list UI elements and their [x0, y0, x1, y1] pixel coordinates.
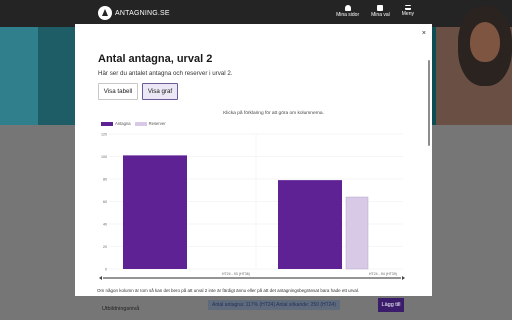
y-tick-label: 100 [101, 155, 107, 159]
y-tick-label: 20 [103, 245, 107, 249]
show-table-button[interactable]: Visa tabell [98, 83, 138, 100]
statistics-chip: Antal antagna: 117% (HT24) Antal sökande… [208, 300, 340, 310]
statistics-modal: × Antal antagna, urval 2 Här ser du anta… [75, 24, 432, 296]
legend-swatch-antagna [101, 121, 113, 126]
show-graph-button[interactable]: Visa graf [142, 83, 178, 100]
chart-hint: Klicka på förklaring för att göra om kol… [223, 111, 324, 116]
top-actions: Mina sidor Mina val Meny [336, 5, 414, 18]
top-navigation-bar: ANTAGNING.SE Mina sidor Mina val Meny [0, 0, 512, 27]
modal-description: Här ser du antalet antagna och reserver … [98, 70, 233, 77]
education-level-label: Utbildningsnivå [102, 306, 140, 312]
my-pages-label: Mina sidor [336, 12, 360, 18]
logo-text: ANTAGNING.SE [115, 9, 170, 17]
person-icon [344, 5, 351, 11]
menu-button[interactable]: Meny [402, 5, 414, 18]
add-button[interactable]: Lägg till [378, 298, 404, 312]
hero-stripe [38, 27, 75, 125]
bar-antagna [123, 155, 187, 269]
scroll-right-icon [402, 276, 405, 280]
legend-swatch-reserver [134, 121, 147, 126]
bookmark-icon [377, 5, 384, 11]
y-tick-label: 40 [103, 223, 107, 227]
x-tick-label: HT24 - 94 (HT39) [369, 272, 397, 276]
my-pages-button[interactable]: Mina sidor [336, 5, 359, 18]
y-tick-label: 0 [105, 268, 107, 272]
x-tick-label: HT24 - 93 (HT36) [222, 272, 250, 276]
logo-icon [98, 6, 112, 20]
chart-footnote: Om någon kolumn är tom så kan det bero p… [97, 288, 360, 293]
my-choices-label: Mina val [371, 12, 390, 18]
y-tick-label: 120 [101, 133, 107, 137]
menu-label: Meny [401, 11, 414, 17]
y-tick-label: 80 [103, 178, 107, 182]
bar-antagna [278, 180, 342, 269]
hero-person-face [470, 22, 500, 62]
close-icon[interactable]: × [422, 30, 426, 37]
logo[interactable]: ANTAGNING.SE [98, 6, 170, 20]
y-tick-label: 60 [103, 200, 107, 204]
bar-reserver [345, 196, 369, 270]
menu-icon [404, 5, 411, 10]
modal-scrollbar[interactable] [428, 60, 430, 146]
modal-title: Antal antagna, urval 2 [98, 53, 213, 65]
scroll-left-icon [99, 276, 102, 280]
my-choices-button[interactable]: Mina val [371, 5, 390, 18]
admissions-bar-chart: 0 20 40 60 80 100 120 HT24 - 93 (HT36) HT24 - 94… [99, 133, 405, 280]
